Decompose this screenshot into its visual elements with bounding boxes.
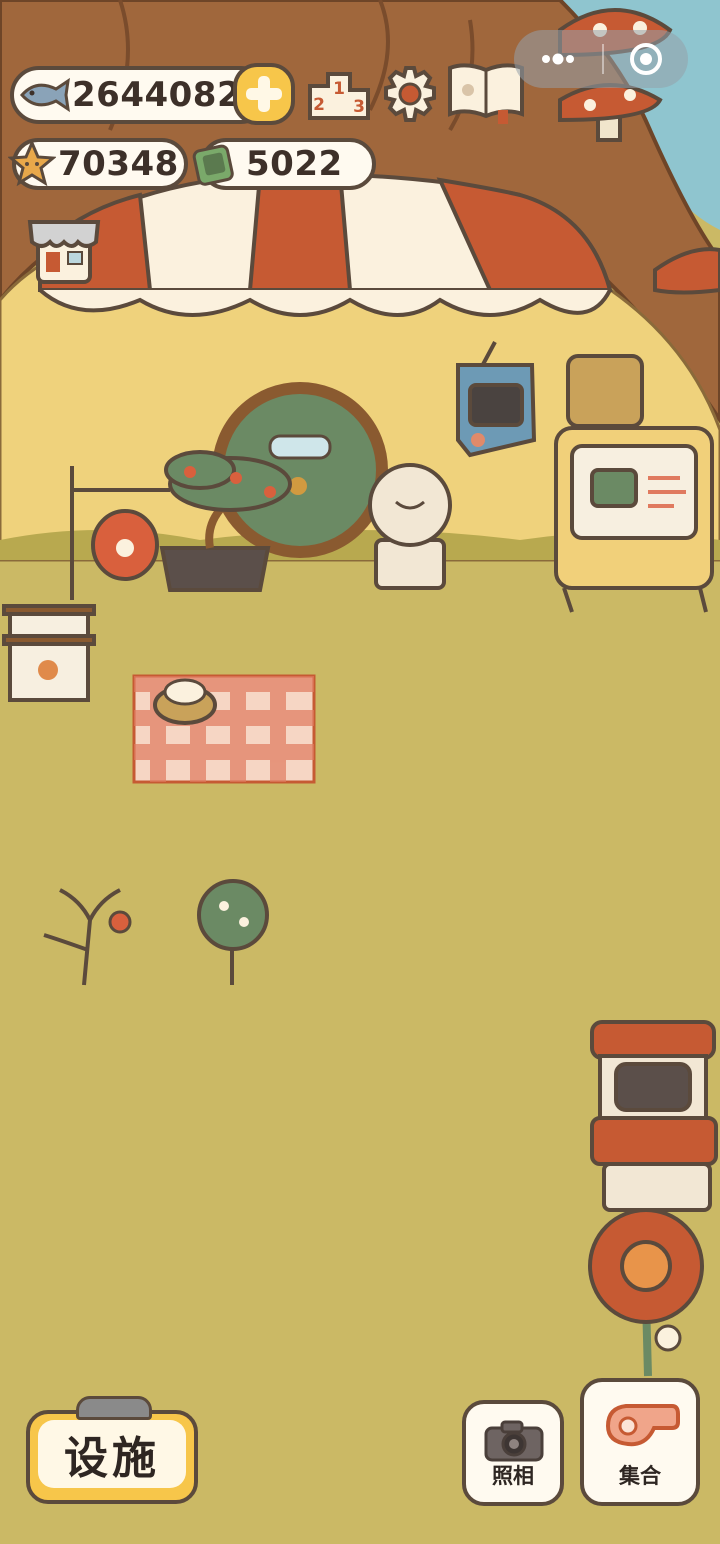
shop-icon (27, 220, 101, 284)
facility-label: 设施 (38, 1420, 186, 1488)
ticket-counter: 5022 (192, 138, 376, 190)
mini-program-capsule (514, 30, 688, 88)
ranking-button[interactable]: 2 1 3 (306, 62, 372, 124)
cat-book-button[interactable] (446, 60, 526, 126)
shop-button[interactable] (26, 212, 102, 286)
fish-counter: 26440826 (10, 66, 270, 124)
ticket-count: 5022 (246, 144, 343, 184)
gather-label: 集合 (619, 1464, 661, 1488)
photo-label: 照相 (492, 1464, 534, 1488)
podium-number-3: 3 (353, 97, 365, 117)
settings-button[interactable] (380, 64, 440, 124)
plus-icon (233, 63, 295, 125)
whistle-icon (605, 1404, 680, 1447)
paw-book-icon (448, 63, 524, 124)
add-fish-button[interactable] (232, 62, 296, 126)
star-count: 70348 (58, 144, 179, 184)
more-dots-icon[interactable] (538, 51, 578, 67)
ticket-icon (192, 144, 234, 186)
podium-number-2: 2 (313, 95, 325, 115)
camera-icon (484, 1420, 544, 1462)
clipboard-clip (76, 1396, 152, 1420)
game-scene (0, 0, 720, 1544)
target-icon[interactable] (628, 41, 664, 77)
star-counter: 70348 (8, 138, 188, 190)
star-icon (8, 140, 56, 187)
gather-button[interactable]: 集合 (580, 1378, 700, 1506)
gear-icon (384, 66, 436, 122)
capsule-divider (602, 44, 604, 74)
podium-number-1: 1 (333, 79, 345, 99)
fish-icon (20, 77, 70, 113)
facility-button[interactable]: 设施 (26, 1396, 198, 1504)
photo-button[interactable]: 照相 (462, 1400, 564, 1506)
podium-icon: 2 1 3 (308, 72, 370, 120)
